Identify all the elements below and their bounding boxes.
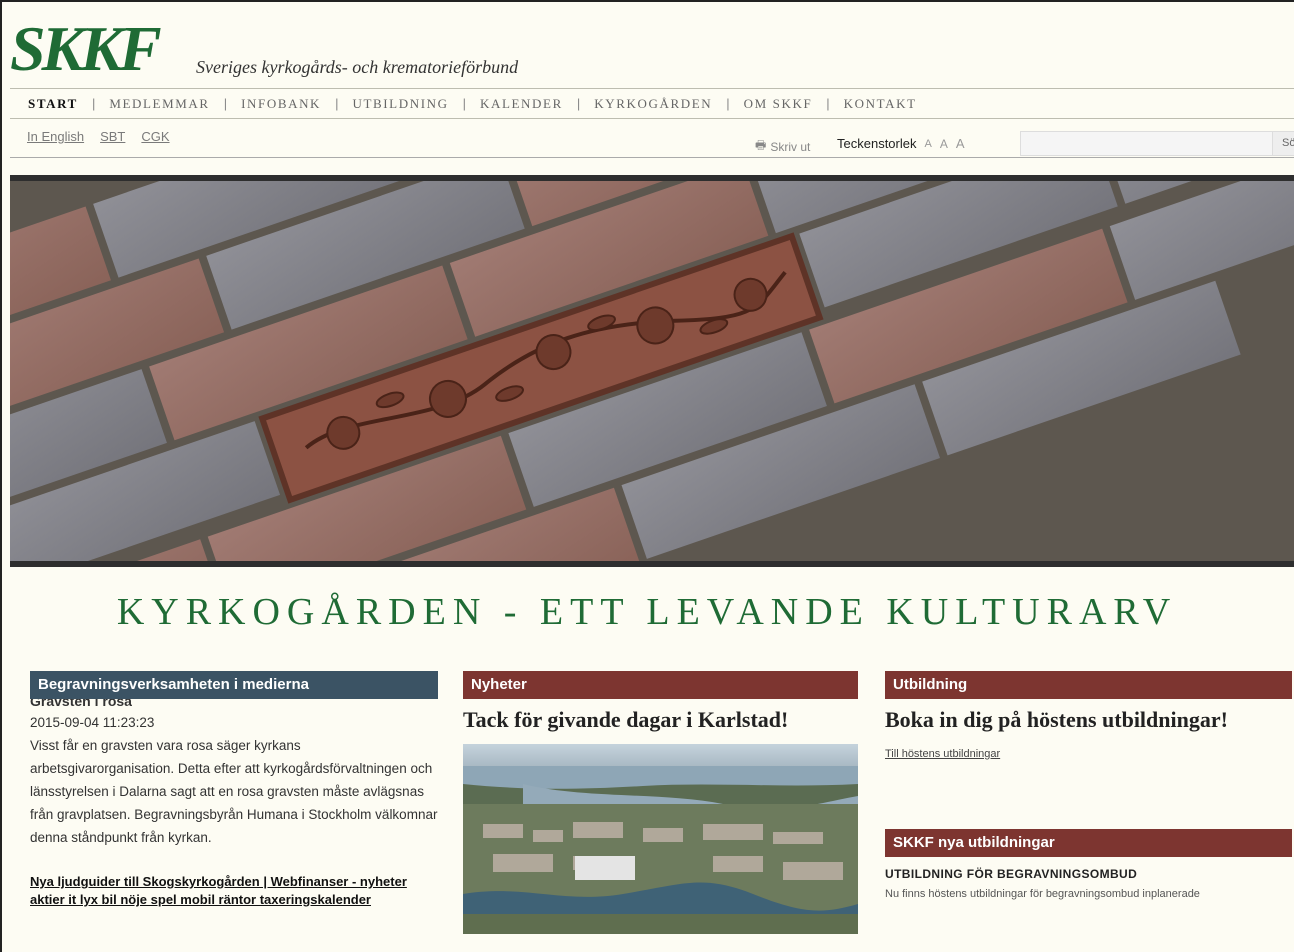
- nav-item-infobank[interactable]: INFOBANK: [241, 96, 321, 112]
- news-date: 2015-09-04 11:23:23: [30, 715, 155, 730]
- news-title[interactable]: Gravsten i rosa: [30, 699, 438, 711]
- text-size-controls: Teckenstorlek A A A: [837, 136, 965, 151]
- education-column-header: Utbildning: [885, 671, 1292, 699]
- text-size-large-button[interactable]: A: [956, 136, 965, 151]
- utility-bar: In English SBT CGK 🖶 Skriv ut Teckenstor…: [10, 120, 1294, 158]
- main-nav: START | MEDLEMMAR | INFOBANK | UTBILDNIN…: [10, 88, 1294, 119]
- nav-separator: |: [335, 96, 339, 111]
- logo-subtitle: Sveriges kyrkogårds- och krematorieförbu…: [196, 57, 519, 77]
- nav-item-om-skkf[interactable]: OM SKKF: [744, 96, 813, 112]
- link-cgk[interactable]: CGK: [141, 129, 169, 144]
- search-input[interactable]: [1020, 131, 1278, 156]
- news-column-header: Nyheter: [463, 671, 858, 699]
- news-column: Nyheter Tack för givande dagar i Karlsta…: [463, 671, 858, 934]
- printer-icon: 🖶: [755, 138, 767, 152]
- nav-item-start[interactable]: START: [28, 96, 78, 112]
- nav-separator: |: [726, 96, 730, 111]
- hero-image: [10, 175, 1294, 567]
- new-courses-header: SKKF nya utbildningar: [885, 829, 1292, 857]
- text-size-medium-button[interactable]: A: [940, 137, 948, 151]
- nav-separator: |: [223, 96, 228, 111]
- media-column-header: Begravningsverksamheten i medierna: [30, 671, 438, 699]
- nav-separator: |: [826, 96, 830, 111]
- nav-item-medlemmar[interactable]: MEDLEMMAR: [109, 96, 209, 112]
- education-column: Utbildning Boka in dig på höstens utbild…: [885, 671, 1292, 906]
- nav-item-kalender[interactable]: KALENDER: [480, 96, 563, 112]
- slogan-heading: KYRKOGÅRDEN - ETT LEVANDE KULTURARV: [116, 591, 1178, 633]
- nav-item-kontakt[interactable]: KONTAKT: [844, 96, 917, 112]
- karlstad-aerial-photo[interactable]: [463, 744, 858, 934]
- course-title[interactable]: UTBILDNING FÖR BEGRAVNINGSOMBUD: [885, 867, 1292, 881]
- logo-mark: SKKF: [10, 13, 162, 84]
- text-size-small-button[interactable]: A: [924, 138, 931, 150]
- link-sbt[interactable]: SBT: [100, 129, 125, 144]
- media-column: Begravningsverksamheten i medierna Gravs…: [30, 671, 438, 909]
- nav-separator: |: [576, 96, 581, 111]
- news-headline[interactable]: Tack för givande dagar i Karlstad!: [463, 708, 858, 732]
- search-button[interactable]: Sök: [1272, 131, 1294, 156]
- text-size-label: Teckenstorlek: [837, 136, 917, 151]
- nav-item-kyrkogarden[interactable]: KYRKOGÅRDEN: [594, 96, 712, 112]
- city-photo: [463, 744, 858, 934]
- education-headline[interactable]: Boka in dig på höstens utbildningar!: [885, 708, 1292, 732]
- link-in-english[interactable]: In English: [27, 129, 84, 144]
- education-link[interactable]: Till höstens utbildningar: [885, 748, 1292, 760]
- print-button[interactable]: 🖶 Skriv ut: [755, 136, 810, 157]
- course-description: Nu finns höstens utbildningar för begrav…: [885, 888, 1200, 900]
- nav-separator: |: [91, 96, 96, 111]
- print-label: Skriv ut: [770, 139, 811, 154]
- news-link[interactable]: Nya ljudguider till Skogskyrkogården | W…: [30, 873, 438, 909]
- language-links: In English SBT CGK: [27, 129, 170, 144]
- news-body: Visst får en gravsten vara rosa säger ky…: [30, 738, 438, 845]
- paving-stones-photo: [10, 181, 1294, 561]
- nav-item-utbildning[interactable]: UTBILDNING: [352, 96, 448, 112]
- nav-separator: |: [462, 96, 466, 111]
